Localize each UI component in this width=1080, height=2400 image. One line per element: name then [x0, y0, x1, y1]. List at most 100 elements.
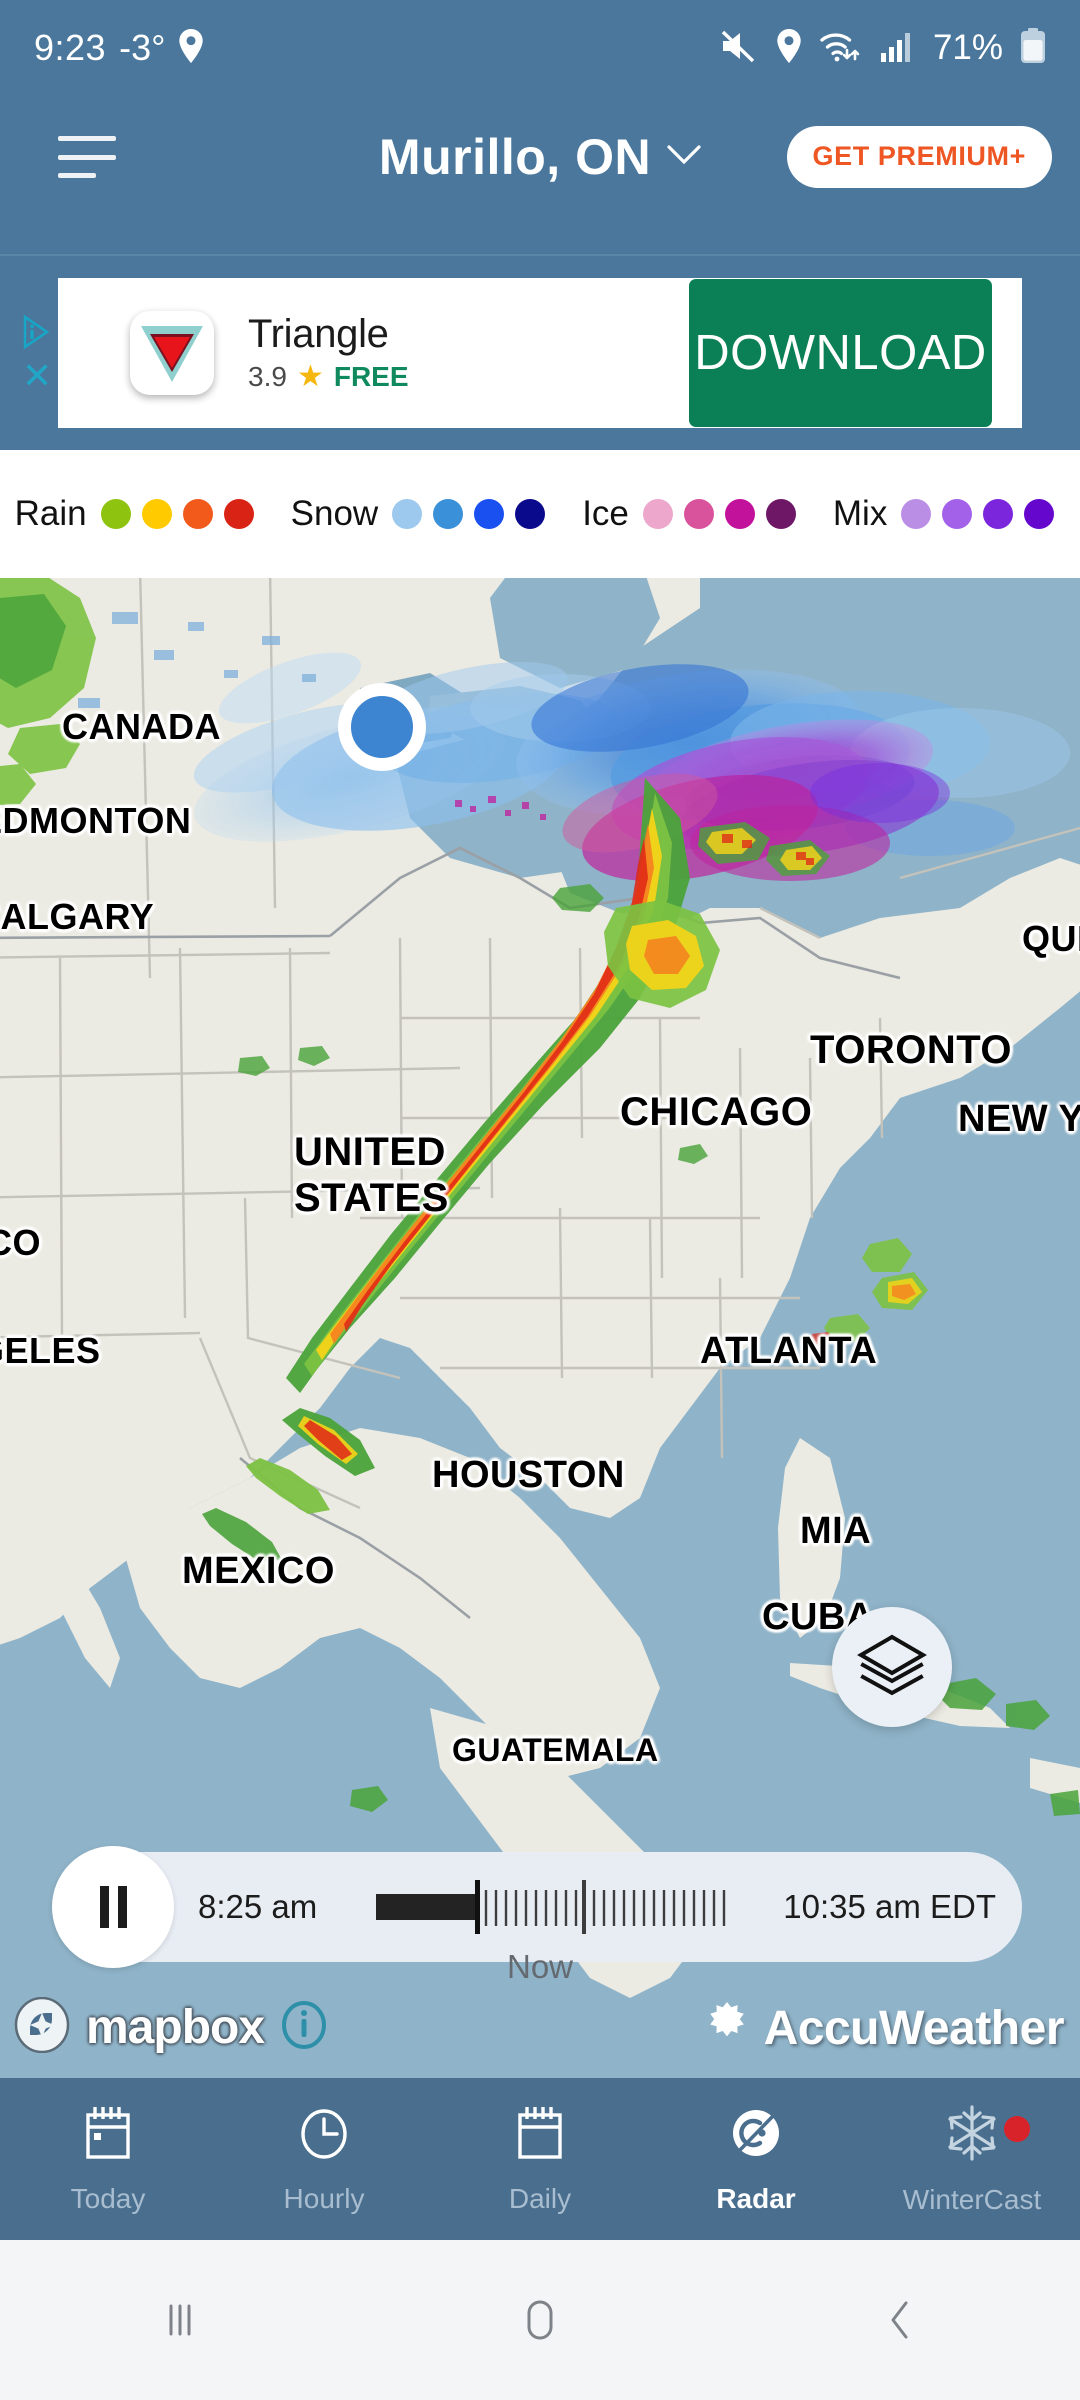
map-place-label: UNITED [294, 1130, 446, 1174]
hamburger-menu-icon[interactable] [58, 136, 116, 178]
legend-swatch [392, 499, 423, 529]
legend-group-mix: Mix [807, 494, 1065, 534]
map-place-label: CHICAGO [620, 1090, 813, 1134]
recents-icon[interactable] [0, 2296, 360, 2344]
map-place-label: STATES [294, 1176, 449, 1220]
layers-icon [857, 1633, 927, 1702]
status-bar-right: 71% [719, 27, 1046, 69]
legend-swatch [1024, 499, 1055, 529]
timeline-start-time: 8:25 am [198, 1888, 318, 1925]
calendar-today-icon [79, 2103, 137, 2168]
mute-icon [719, 28, 759, 69]
chevron-down-icon[interactable] [667, 144, 701, 171]
legend-label: Snow [290, 494, 379, 533]
snowflake-icon [943, 2102, 1001, 2169]
legend-swatch [983, 499, 1014, 529]
map-place-label: NEW YO [958, 1098, 1080, 1140]
ad-text: Triangle 3.9 ★ FREE [248, 312, 409, 394]
nav-item-today[interactable]: Today [0, 2078, 216, 2240]
timeline-end-time: 10:35 am EDT [783, 1888, 996, 1925]
ad-rating: 3.9 [248, 360, 287, 392]
current-location-dot[interactable] [338, 683, 426, 771]
ad-download-button[interactable]: DOWNLOAD [689, 279, 992, 427]
map-place-label: CO [0, 1222, 41, 1263]
location-pin-status-icon [776, 28, 802, 68]
legend-swatch [182, 499, 213, 529]
location-pin-icon [178, 28, 204, 68]
map-place-label: MEXICO [182, 1550, 335, 1592]
app-header: Murillo, ON GET PREMIUM+ [0, 96, 1080, 218]
legend-swatch [515, 499, 546, 529]
get-premium-button[interactable]: GET PREMIUM+ [786, 126, 1052, 188]
nav-item-label: WinterCast [902, 2184, 1042, 2215]
legend-swatch [100, 499, 131, 529]
map-attribution: mapbox AccuWeather [0, 1994, 1080, 2064]
accuweather-attribution[interactable]: AccuWeather [702, 2001, 1065, 2056]
page-title[interactable]: Murillo, ON [379, 128, 651, 186]
star-icon: ★ [296, 360, 324, 393]
legend-swatch [683, 499, 714, 529]
map-place-label: GELES [0, 1330, 101, 1371]
map-place-label: GUATEMALA [452, 1732, 659, 1768]
legend-group-ice: Ice [556, 494, 807, 534]
ad-price: FREE [333, 360, 409, 392]
accuweather-label: AccuWeather [763, 2002, 1065, 2055]
notification-badge [1004, 2116, 1030, 2142]
android-navigation-bar[interactable] [0, 2240, 1080, 2400]
ad-banner[interactable]: ✕ Triangle 3.9 ★ FREE DOWNLOAD [0, 256, 1080, 450]
ad-title: Triangle [248, 312, 389, 356]
nav-item-wintercast[interactable]: WinterCast [864, 2078, 1080, 2240]
legend-swatch [141, 499, 172, 529]
legend-swatch [642, 499, 673, 529]
app-screen: 9:23 -3° 71% Murillo, ON GET PREMIUM+ ✕ … [0, 0, 1080, 2400]
nav-item-label: Hourly [283, 2183, 365, 2214]
nav-item-label: Today [70, 2183, 146, 2214]
mapbox-attribution[interactable]: mapbox [14, 1996, 328, 2058]
status-temperature: -3° [119, 27, 166, 68]
legend-swatch [724, 499, 755, 529]
legend-group-snow: Snow [265, 494, 557, 534]
nav-item-label: Radar [716, 2183, 796, 2214]
adchoices-icon[interactable] [22, 314, 52, 350]
legend-label: Ice [582, 494, 629, 533]
status-bar: 9:23 -3° 71% [0, 0, 1080, 96]
info-icon[interactable] [280, 1999, 328, 2056]
status-clock: 9:23 [34, 27, 107, 68]
mapbox-label: mapbox [86, 2001, 265, 2054]
legend-groups: Rain Snow Ice Mix [15, 494, 1066, 534]
legend-swatch [765, 499, 796, 529]
battery-icon [1020, 27, 1046, 69]
map-place-label: CALGARY [0, 896, 155, 937]
radar-map[interactable]: CANADA EDMONTON CALGARY QUE TORONTO CHICAGO NE… [0, 578, 1080, 2078]
map-place-label: EDMONTON [0, 800, 192, 841]
precipitation-legend: Rain Snow Ice Mix [0, 450, 1080, 578]
bottom-navigation[interactable]: Today Hourly Daily Radar WinterCast [0, 2078, 1080, 2240]
map-place-label: ATLANTA [700, 1330, 878, 1372]
battery-percent: 71% [932, 28, 1003, 67]
legend-group-rain: Rain [15, 494, 265, 534]
ad-card[interactable]: ✕ Triangle 3.9 ★ FREE DOWNLOAD [22, 278, 1022, 428]
timeline-scrubber[interactable] [376, 1874, 776, 1940]
nav-item-daily[interactable]: Daily [432, 2078, 648, 2240]
close-icon[interactable]: ✕ [22, 358, 52, 394]
legend-swatch [433, 499, 464, 529]
map-place-label: MIA [800, 1510, 872, 1552]
legend-swatch [942, 499, 973, 529]
back-icon[interactable] [720, 2295, 1080, 2345]
triangle-app-icon [130, 311, 214, 395]
status-bar-left: 9:23 -3° [34, 27, 204, 69]
nav-item-label: Daily [508, 2183, 572, 2214]
pause-icon [99, 1886, 127, 1928]
radar-icon [727, 2103, 785, 2168]
home-icon[interactable] [360, 2294, 720, 2346]
nav-item-radar[interactable]: Radar [648, 2078, 864, 2240]
map-layers-button[interactable] [832, 1607, 952, 1727]
map-place-label: CANADA [62, 706, 221, 747]
ad-controls[interactable]: ✕ [22, 314, 52, 394]
ad-subtitle: 3.9 ★ FREE [248, 359, 409, 394]
radar-timeline[interactable]: 8:25 am 10:35 am EDT Now [52, 1846, 1022, 1985]
calendar-icon [511, 2103, 569, 2168]
cellular-signal-icon [880, 30, 916, 67]
nav-item-hourly[interactable]: Hourly [216, 2078, 432, 2240]
wifi-icon [819, 29, 863, 68]
